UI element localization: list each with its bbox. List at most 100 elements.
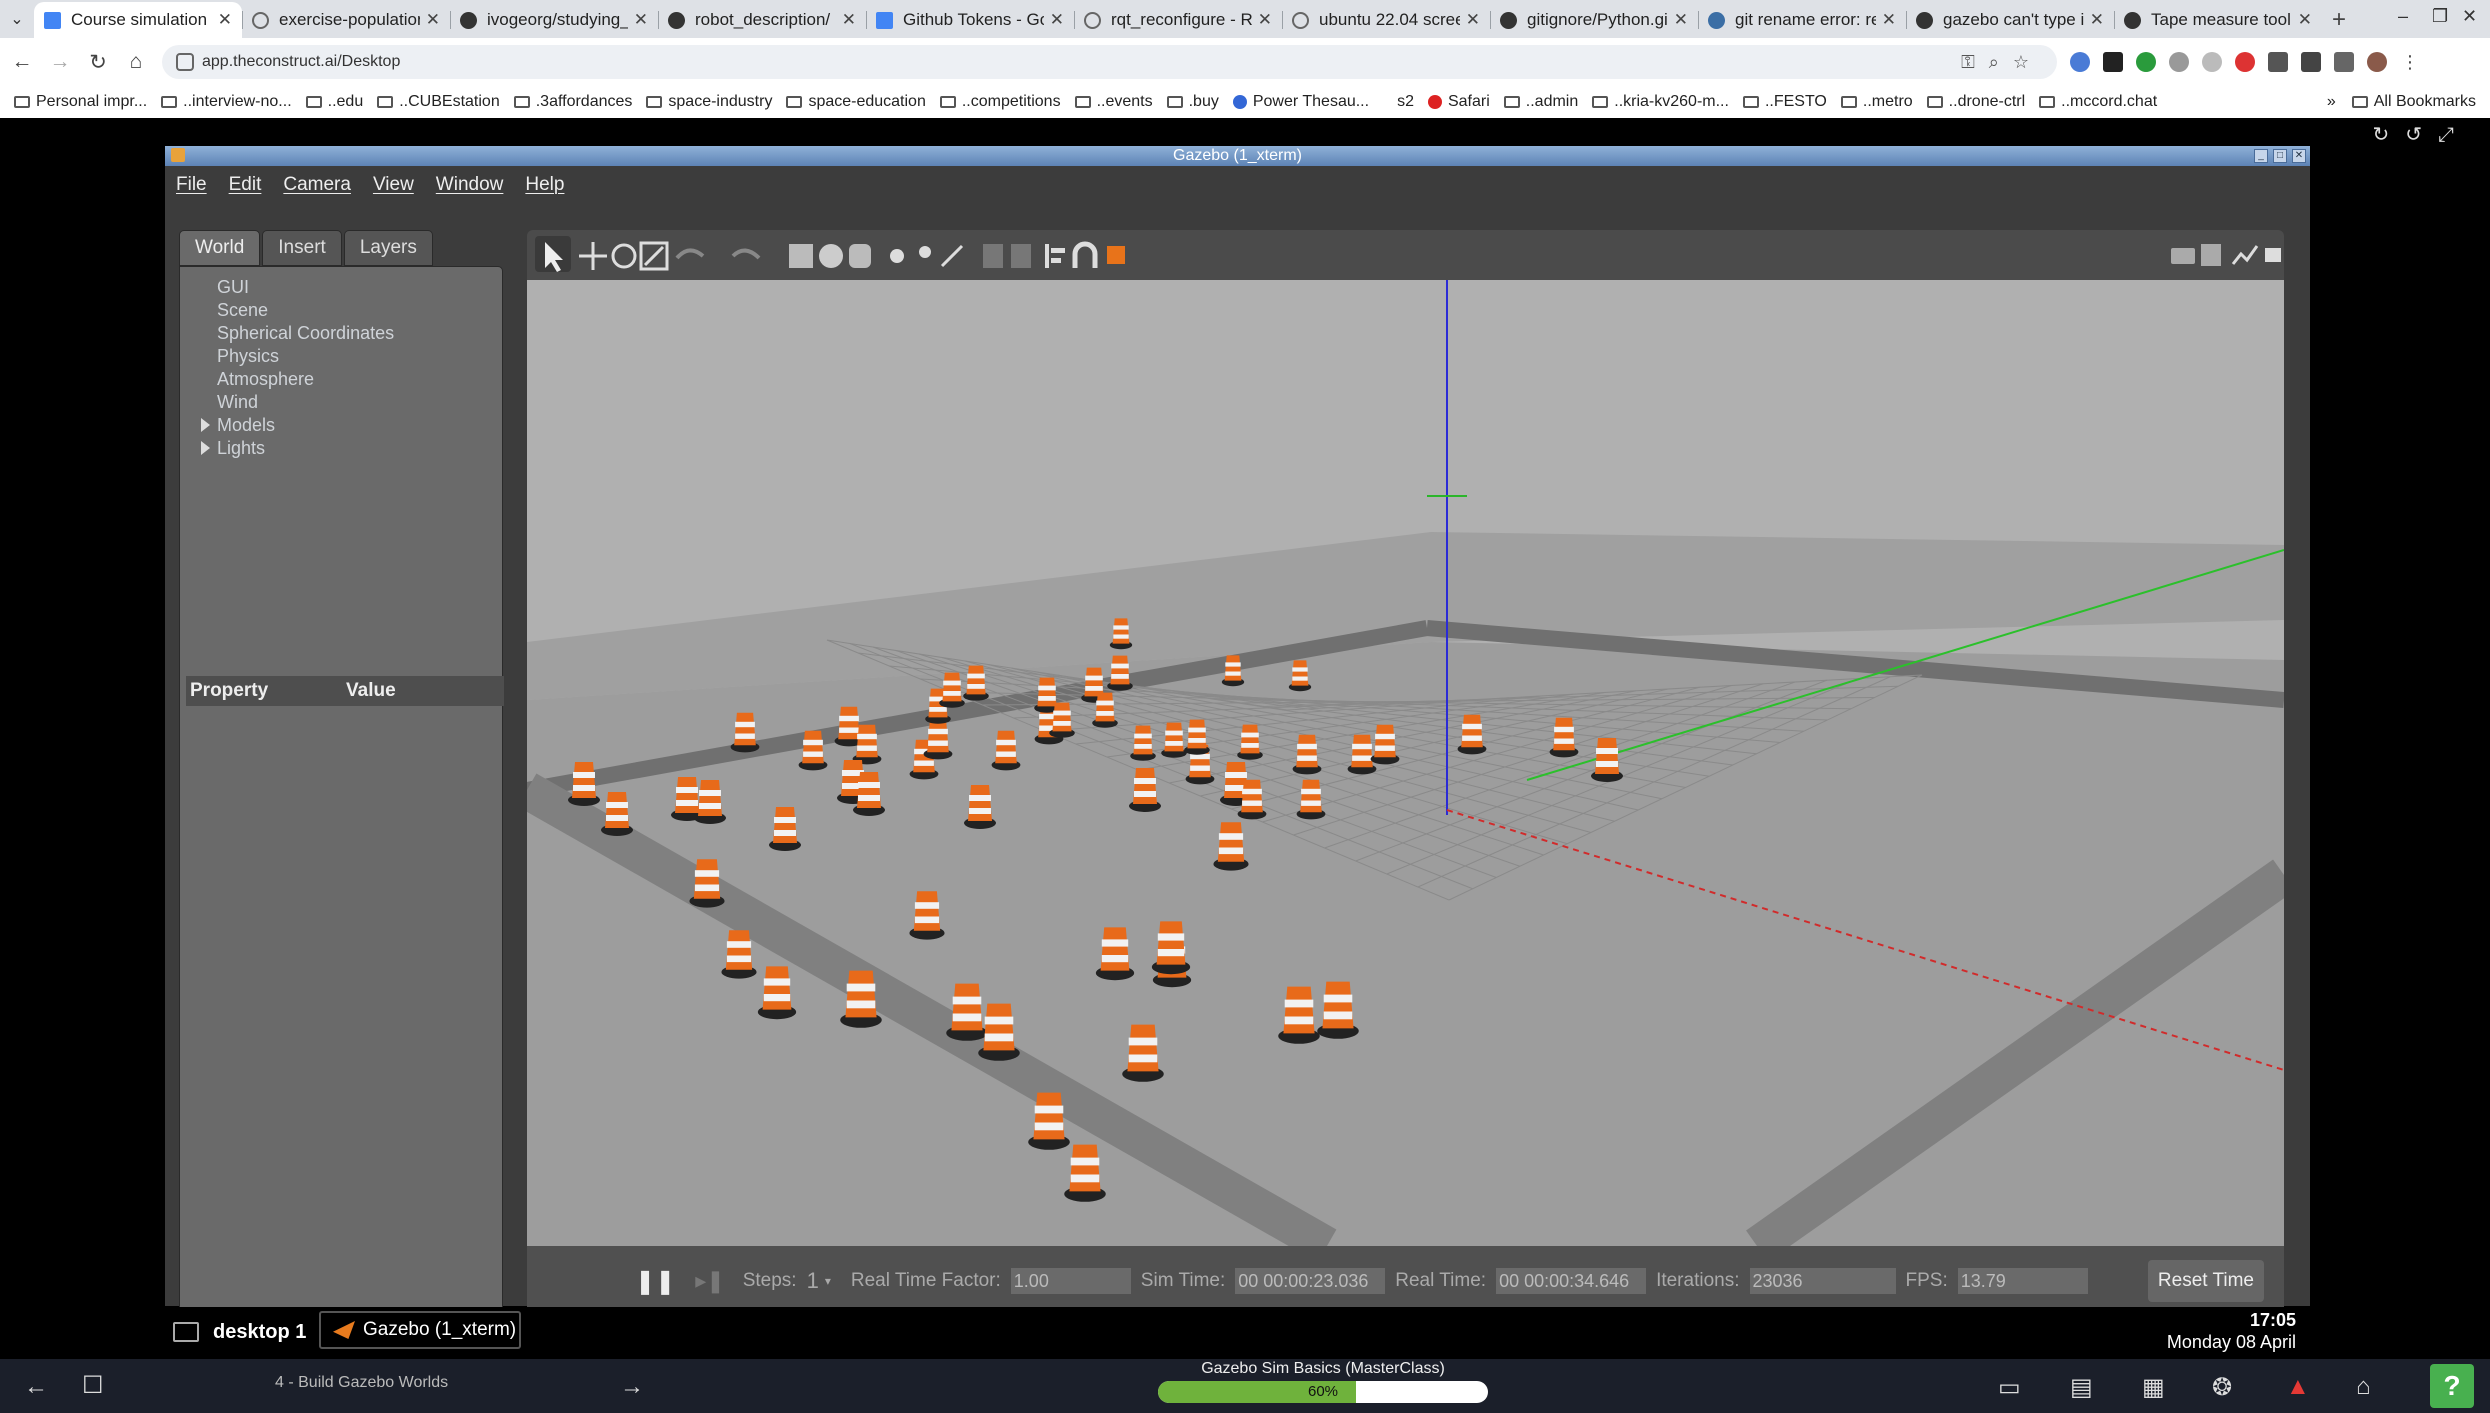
reset-time-button[interactable]: Reset Time xyxy=(2147,1260,2264,1302)
bookmark-item[interactable]: ..CUBEstation xyxy=(377,93,500,111)
close-tab-icon[interactable]: ✕ xyxy=(634,10,648,30)
home-icon[interactable]: ⌂ xyxy=(2356,1373,2371,1401)
tab-search-chevron-icon[interactable]: ⌄ xyxy=(0,0,34,38)
bookmark-item[interactable]: ..interview-no... xyxy=(161,93,292,111)
close-tab-icon[interactable]: ✕ xyxy=(2090,10,2104,30)
browser-tab[interactable]: rqt_reconfigure - RO ✕ xyxy=(1074,2,1282,38)
ai-assistant-icon[interactable]: ❂ xyxy=(2212,1373,2232,1402)
maximize-icon[interactable]: □ xyxy=(2273,149,2287,163)
bookmark-item[interactable]: ..admin xyxy=(1503,93,1578,111)
all-bookmarks[interactable]: » All Bookmarks xyxy=(2327,93,2476,111)
tree-item-wind[interactable]: Wind xyxy=(217,392,258,413)
bookmark-item[interactable]: Safari xyxy=(1427,93,1490,111)
forward-arrow-icon[interactable]: → xyxy=(44,50,76,74)
bookmark-item[interactable]: ..metro xyxy=(1840,93,1913,111)
profile-avatar[interactable] xyxy=(2367,52,2387,72)
browser-tab[interactable]: Github Tokens - Goo ✕ xyxy=(866,2,1074,38)
tree-item-lights[interactable]: Lights xyxy=(201,438,265,459)
align-icon[interactable] xyxy=(1045,244,1065,268)
restore-window-icon[interactable]: ❐ xyxy=(2432,6,2448,27)
tab-layers[interactable]: Layers xyxy=(343,230,433,266)
tree-item-spherical-coordinates[interactable]: Spherical Coordinates xyxy=(217,323,394,344)
steps-spinner[interactable]: 1 xyxy=(807,1268,819,1294)
home-icon[interactable]: ⌂ xyxy=(120,50,152,74)
bookmark-item[interactable]: .buy xyxy=(1166,93,1219,111)
bookmark-item[interactable]: space-education xyxy=(786,93,926,111)
change-view-icon[interactable] xyxy=(1107,246,1125,264)
back-arrow-icon[interactable]: ← xyxy=(24,1373,48,1401)
browser-tab[interactable]: git rename error: re ✕ xyxy=(1698,2,1906,38)
undo-icon[interactable] xyxy=(675,248,705,260)
square-toggle-icon[interactable]: ☐ xyxy=(82,1371,104,1400)
point-light-icon[interactable] xyxy=(890,249,904,263)
bookmark-item[interactable]: .3affordances xyxy=(513,93,632,111)
extension-icon[interactable] xyxy=(2202,52,2222,72)
tree-item-atmosphere[interactable]: Atmosphere xyxy=(217,369,314,390)
help-button[interactable]: ? xyxy=(2430,1364,2474,1408)
close-tab-icon[interactable]: ✕ xyxy=(1674,10,1688,30)
bookmark-item[interactable]: Power Thesau... xyxy=(1232,93,1369,111)
extensions-puzzle-icon[interactable] xyxy=(2268,52,2288,72)
bookmark-item[interactable]: space-industry xyxy=(646,93,772,111)
spot-light-icon[interactable] xyxy=(919,246,931,258)
browser-tab[interactable]: ivogeorg/studying_ ✕ xyxy=(450,2,658,38)
paste-icon[interactable] xyxy=(1011,244,1031,268)
desktop-monitor-icon[interactable]: ▭ xyxy=(1998,1373,2021,1402)
menu-view[interactable]: View xyxy=(373,174,414,196)
expand-triangle-icon[interactable] xyxy=(201,418,210,432)
reload-icon[interactable]: ↻ xyxy=(82,50,114,75)
bookmark-item[interactable]: ..competitions xyxy=(939,93,1061,111)
browser-tab[interactable]: exercise-population ✕ xyxy=(242,2,450,38)
extension-icon[interactable] xyxy=(2136,52,2156,72)
cylinder-shape-icon[interactable] xyxy=(849,244,871,268)
rotate-icon[interactable] xyxy=(611,243,637,269)
lesson-title[interactable]: 4 - Build Gazebo Worlds xyxy=(275,1374,448,1392)
box-shape-icon[interactable] xyxy=(789,244,813,268)
more-chevron-icon[interactable]: » xyxy=(2327,93,2336,111)
browser-tab[interactable]: gitignore/Python.gi ✕ xyxy=(1490,2,1698,38)
menu-help[interactable]: Help xyxy=(525,174,564,196)
browser-tab[interactable]: Tape measure tool ✕ xyxy=(2114,2,2322,38)
apps-grid-icon[interactable]: ▦ xyxy=(2142,1373,2165,1402)
bookmark-item[interactable]: s2 xyxy=(1397,93,1414,111)
steps-dropdown-icon[interactable]: ▾ xyxy=(825,1274,831,1288)
pause-icon[interactable]: ❚❚ xyxy=(635,1267,675,1296)
taskbar-gazebo-button[interactable]: Gazebo (1_xterm) xyxy=(319,1311,521,1349)
close-tab-icon[interactable]: ✕ xyxy=(2298,10,2312,30)
tree-item-gui[interactable]: GUI xyxy=(217,277,249,298)
expand-triangle-icon[interactable] xyxy=(201,441,210,455)
close-tab-icon[interactable]: ✕ xyxy=(1050,10,1064,30)
menu-edit[interactable]: Edit xyxy=(229,174,262,196)
translate-icon[interactable] xyxy=(579,242,607,270)
plot-icon[interactable] xyxy=(2231,245,2259,265)
back-arrow-icon[interactable]: ← xyxy=(6,50,38,74)
browser-tab[interactable]: ubuntu 22.04 screen ✕ xyxy=(1282,2,1490,38)
address-bar[interactable]: app.theconstruct.ai/Desktop ⚿⌕☆ xyxy=(162,45,2057,79)
media-icon[interactable] xyxy=(2301,52,2321,72)
bookmark-item[interactable]: ..kria-kv260-m... xyxy=(1592,93,1729,111)
tree-item-models[interactable]: Models xyxy=(201,415,275,436)
browser-menu-icon[interactable]: ⋮ xyxy=(2400,52,2420,72)
sphere-shape-icon[interactable] xyxy=(819,244,843,268)
new-tab-icon[interactable]: + xyxy=(2322,2,2356,38)
close-tab-icon[interactable]: ✕ xyxy=(218,10,232,30)
directional-light-icon[interactable] xyxy=(940,244,964,268)
extension-icon[interactable] xyxy=(2169,52,2189,72)
step-icon[interactable]: ▸❚ xyxy=(695,1268,724,1294)
bookmark-item[interactable]: Personal impr... xyxy=(14,93,147,111)
site-info-icon[interactable] xyxy=(176,53,194,71)
close-window-icon[interactable]: ✕ xyxy=(2462,6,2477,27)
bookmark-item[interactable]: ..FESTO xyxy=(1742,93,1827,111)
bookmark-item[interactable]: ..events xyxy=(1074,93,1153,111)
copy-icon[interactable] xyxy=(983,244,1003,268)
tree-item-scene[interactable]: Scene xyxy=(217,300,268,321)
minimize-icon[interactable]: _ xyxy=(2254,149,2268,163)
notebook-icon[interactable]: ▤ xyxy=(2070,1373,2093,1402)
close-tab-icon[interactable]: ✕ xyxy=(1466,10,1480,30)
browser-tab[interactable]: robot_description/ ✕ xyxy=(658,2,866,38)
bookmark-item[interactable]: ..mccord.chat xyxy=(2039,93,2157,111)
warning-icon[interactable]: ▲ xyxy=(2286,1373,2310,1401)
omnibox-action-icons[interactable]: ⚿⌕☆ xyxy=(1961,52,2043,73)
menu-window[interactable]: Window xyxy=(436,174,504,196)
video-record-icon[interactable] xyxy=(2265,248,2281,262)
